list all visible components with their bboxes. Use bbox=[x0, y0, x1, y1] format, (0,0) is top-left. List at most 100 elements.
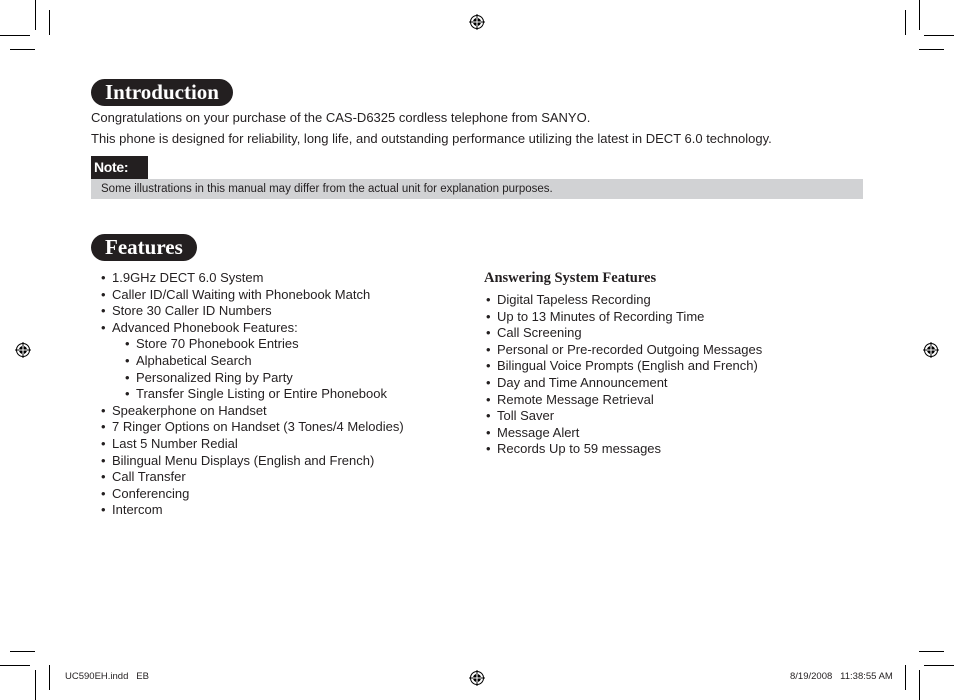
feature-text: Bilingual Menu Displays (English and Fre… bbox=[112, 452, 375, 468]
bullet-icon: • bbox=[101, 435, 106, 451]
feature-text: Up to 13 Minutes of Recording Time bbox=[497, 308, 705, 324]
feature-item: • Bilingual Menu Displays (English and Fr… bbox=[101, 453, 404, 470]
bullet-icon: • bbox=[486, 292, 491, 307]
answering-feature-item: • Message Alert bbox=[486, 425, 762, 442]
feature-text: Last 5 Number Redial bbox=[112, 435, 238, 451]
feature-item: • 1.9GHz DECT 6.0 System bbox=[101, 270, 404, 287]
answering-feature-item: • Up to 13 Minutes of Recording Time bbox=[486, 309, 762, 326]
bullet-icon: • bbox=[101, 452, 106, 468]
intro-paragraph: Congratulations on your purchase of the … bbox=[91, 110, 591, 125]
bullet-icon: • bbox=[125, 336, 130, 352]
feature-text: Call Transfer bbox=[112, 469, 186, 485]
answering-feature-item: • Records Up to 59 messages bbox=[486, 441, 762, 458]
feature-text: 1.9GHz DECT 6.0 System bbox=[112, 270, 264, 285]
bullet-icon: • bbox=[486, 358, 491, 374]
feature-text: Alphabetical Search bbox=[136, 352, 252, 368]
note-text: Some illustrations in this manual may di… bbox=[91, 179, 863, 199]
feature-text: Intercom bbox=[112, 502, 163, 518]
registration-target-icon bbox=[469, 670, 485, 686]
feature-text: Remote Message Retrieval bbox=[497, 391, 654, 407]
answering-feature-item: • Bilingual Voice Prompts (English and Fr… bbox=[486, 358, 762, 375]
feature-text: Digital Tapeless Recording bbox=[497, 292, 651, 307]
feature-item: • Call Transfer bbox=[101, 469, 404, 486]
crop-mark bbox=[905, 665, 906, 690]
answering-system-heading: Answering System Features bbox=[484, 270, 657, 286]
crop-mark bbox=[10, 49, 35, 50]
feature-text: Toll Saver bbox=[497, 408, 555, 424]
crop-mark bbox=[49, 10, 50, 35]
bullet-icon: • bbox=[486, 341, 491, 357]
feature-text: Speakerphone on Handset bbox=[112, 402, 267, 418]
crop-mark bbox=[924, 665, 954, 666]
answering-feature-item: • Remote Message Retrieval bbox=[486, 392, 762, 409]
bullet-icon: • bbox=[101, 402, 106, 418]
bullet-icon: • bbox=[101, 270, 106, 285]
feature-text: Day and Time Announcement bbox=[497, 374, 668, 390]
feature-item: • Conferencing bbox=[101, 486, 404, 503]
features-heading: Features bbox=[91, 234, 197, 261]
answering-feature-item: • Toll Saver bbox=[486, 408, 762, 425]
bullet-icon: • bbox=[101, 303, 106, 319]
answering-feature-item: • Personal or Pre-recorded Outgoing Messa… bbox=[486, 342, 762, 359]
feature-subitem: • Transfer Single Listing or Entire Phone… bbox=[101, 386, 404, 403]
introduction-heading: Introduction bbox=[91, 79, 233, 106]
crop-mark bbox=[919, 651, 944, 652]
bullet-icon: • bbox=[486, 325, 491, 341]
registration-target-icon bbox=[15, 342, 31, 358]
crop-mark bbox=[919, 0, 920, 30]
bullet-icon: • bbox=[486, 374, 491, 390]
feature-text: Call Screening bbox=[497, 325, 582, 341]
crop-mark bbox=[35, 670, 36, 700]
feature-text: Bilingual Voice Prompts (English and Fre… bbox=[497, 358, 758, 374]
feature-item: • Intercom bbox=[101, 502, 404, 519]
feature-subitem: • Alphabetical Search bbox=[101, 353, 404, 370]
bullet-icon: • bbox=[125, 369, 130, 385]
feature-item: • Advanced Phonebook Features: bbox=[101, 320, 404, 337]
feature-subitem: • Personalized Ring by Party bbox=[101, 370, 404, 387]
registration-target-icon bbox=[923, 342, 939, 358]
feature-item: • 7 Ringer Options on Handset (3 Tones/4 … bbox=[101, 419, 404, 436]
bullet-icon: • bbox=[125, 352, 130, 368]
feature-text: Transfer Single Listing or Entire Phoneb… bbox=[136, 386, 387, 402]
bullet-icon: • bbox=[101, 485, 106, 501]
feature-item: • Last 5 Number Redial bbox=[101, 436, 404, 453]
feature-text: Message Alert bbox=[497, 424, 580, 440]
feature-item: • Caller ID/Call Waiting with Phonebook M… bbox=[101, 287, 404, 304]
file-slug: UC590EH.indd EB bbox=[65, 671, 149, 682]
features-list: • 1.9GHz DECT 6.0 System • Caller ID/Call W… bbox=[101, 270, 404, 519]
feature-text: Records Up to 59 messages bbox=[497, 441, 662, 457]
bullet-icon: • bbox=[101, 502, 106, 518]
feature-item: • Store 30 Caller ID Numbers bbox=[101, 303, 404, 320]
crop-mark bbox=[919, 670, 920, 700]
feature-text: Conferencing bbox=[112, 485, 190, 501]
feature-text: Caller ID/Call Waiting with Phonebook Ma… bbox=[112, 286, 371, 302]
bullet-icon: • bbox=[486, 391, 491, 407]
registration-target-icon bbox=[469, 14, 485, 30]
timestamp-slug: 8/19/2008 11:38:55 AM bbox=[790, 671, 893, 682]
answering-features-list: • Digital Tapeless Recording • Up to 13 Min… bbox=[486, 292, 762, 458]
crop-mark bbox=[49, 665, 50, 690]
feature-subitem: • Store 70 Phonebook Entries bbox=[101, 336, 404, 353]
bullet-icon: • bbox=[101, 319, 106, 335]
answering-feature-item: • Call Screening bbox=[486, 325, 762, 342]
crop-mark bbox=[10, 651, 35, 652]
answering-feature-item: • Digital Tapeless Recording bbox=[486, 292, 762, 309]
feature-text: 7 Ringer Options on Handset (3 Tones/4 M… bbox=[112, 419, 404, 435]
bullet-icon: • bbox=[101, 419, 106, 435]
crop-mark bbox=[35, 0, 36, 30]
crop-mark bbox=[919, 49, 944, 50]
feature-text: Advanced Phonebook Features: bbox=[112, 319, 298, 335]
feature-text: Store 70 Phonebook Entries bbox=[136, 336, 299, 352]
bullet-icon: • bbox=[486, 424, 491, 440]
bullet-icon: • bbox=[101, 286, 106, 302]
crop-mark bbox=[0, 665, 30, 666]
answering-feature-item: • Day and Time Announcement bbox=[486, 375, 762, 392]
bullet-icon: • bbox=[125, 386, 130, 402]
bullet-icon: • bbox=[486, 408, 491, 424]
bullet-icon: • bbox=[486, 308, 491, 324]
note-label: Note: bbox=[91, 156, 148, 179]
feature-text: Personal or Pre-recorded Outgoing Messag… bbox=[497, 341, 763, 357]
intro-paragraph: This phone is designed for reliability, … bbox=[91, 131, 772, 146]
bullet-icon: • bbox=[486, 441, 491, 457]
feature-text: Personalized Ring by Party bbox=[136, 369, 293, 385]
